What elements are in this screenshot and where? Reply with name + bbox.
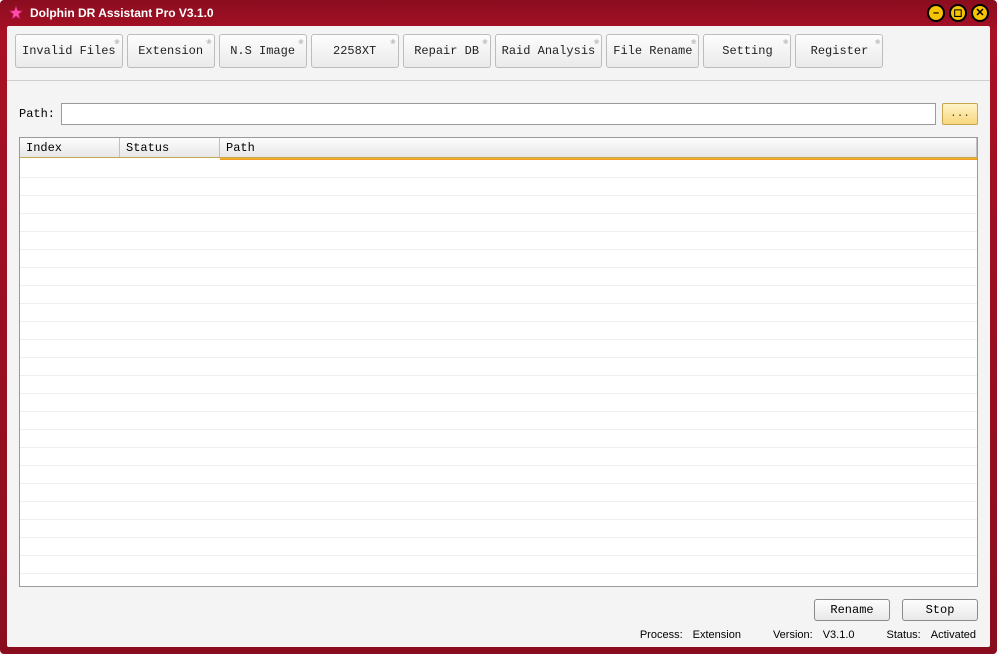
table-row [20, 430, 977, 448]
status-process: Process: Extension [640, 629, 741, 641]
table-row [20, 448, 977, 466]
table-row [20, 520, 977, 538]
raid-analysis-button[interactable]: Raid Analysis❀ [495, 34, 603, 68]
table-row [20, 286, 977, 304]
table-row [20, 412, 977, 430]
table-body[interactable] [20, 160, 977, 586]
table-row [20, 502, 977, 520]
column-status[interactable]: Status [120, 138, 220, 157]
table-row [20, 556, 977, 574]
titlebar[interactable]: Dolphin DR Assistant Pro V3.1.0 – ◻ ✕ [0, 0, 997, 26]
path-label: Path: [19, 107, 55, 121]
stop-button[interactable]: Stop [902, 599, 978, 621]
path-input[interactable] [61, 103, 936, 125]
table-row [20, 250, 977, 268]
table-row [20, 268, 977, 286]
app-star-icon [8, 5, 24, 21]
table-row [20, 160, 977, 178]
path-row: Path: ... [7, 81, 990, 133]
status-version: Version: V3.1.0 [773, 629, 855, 641]
minimize-button[interactable]: – [927, 4, 945, 22]
file-rename-button[interactable]: File Rename❀ [606, 34, 699, 68]
table-row [20, 394, 977, 412]
action-row: Rename Stop [7, 593, 990, 625]
table-row [20, 232, 977, 250]
2258xt-button[interactable]: 2258XT❀ [311, 34, 399, 68]
statusbar: Process: Extension Version: V3.1.0 Statu… [7, 625, 990, 647]
table-row [20, 466, 977, 484]
table-row [20, 178, 977, 196]
setting-button[interactable]: Setting❀ [703, 34, 791, 68]
status-status: Status: Activated [887, 629, 977, 641]
table-row [20, 322, 977, 340]
table-row [20, 376, 977, 394]
toolbar: Invalid Files❀ Extension❀ N.S Image❀ 225… [7, 26, 990, 81]
table-row [20, 340, 977, 358]
column-index[interactable]: Index [20, 138, 120, 157]
table-header: Index Status Path [20, 138, 977, 158]
results-table: Index Status Path [19, 137, 978, 587]
client-area: Invalid Files❀ Extension❀ N.S Image❀ 225… [7, 26, 990, 647]
extension-button[interactable]: Extension❀ [127, 34, 215, 68]
close-button[interactable]: ✕ [971, 4, 989, 22]
app-window: Dolphin DR Assistant Pro V3.1.0 – ◻ ✕ In… [0, 0, 997, 654]
invalid-files-button[interactable]: Invalid Files❀ [15, 34, 123, 68]
column-path[interactable]: Path [220, 138, 977, 157]
ns-image-button[interactable]: N.S Image❀ [219, 34, 307, 68]
window-title: Dolphin DR Assistant Pro V3.1.0 [30, 6, 214, 20]
table-row [20, 358, 977, 376]
repair-db-button[interactable]: Repair DB❀ [403, 34, 491, 68]
rename-button[interactable]: Rename [814, 599, 890, 621]
maximize-button[interactable]: ◻ [949, 4, 967, 22]
table-row [20, 538, 977, 556]
table-row [20, 304, 977, 322]
table-row [20, 484, 977, 502]
table-row [20, 196, 977, 214]
register-button[interactable]: Register❀ [795, 34, 883, 68]
table-row [20, 214, 977, 232]
browse-button[interactable]: ... [942, 103, 978, 125]
